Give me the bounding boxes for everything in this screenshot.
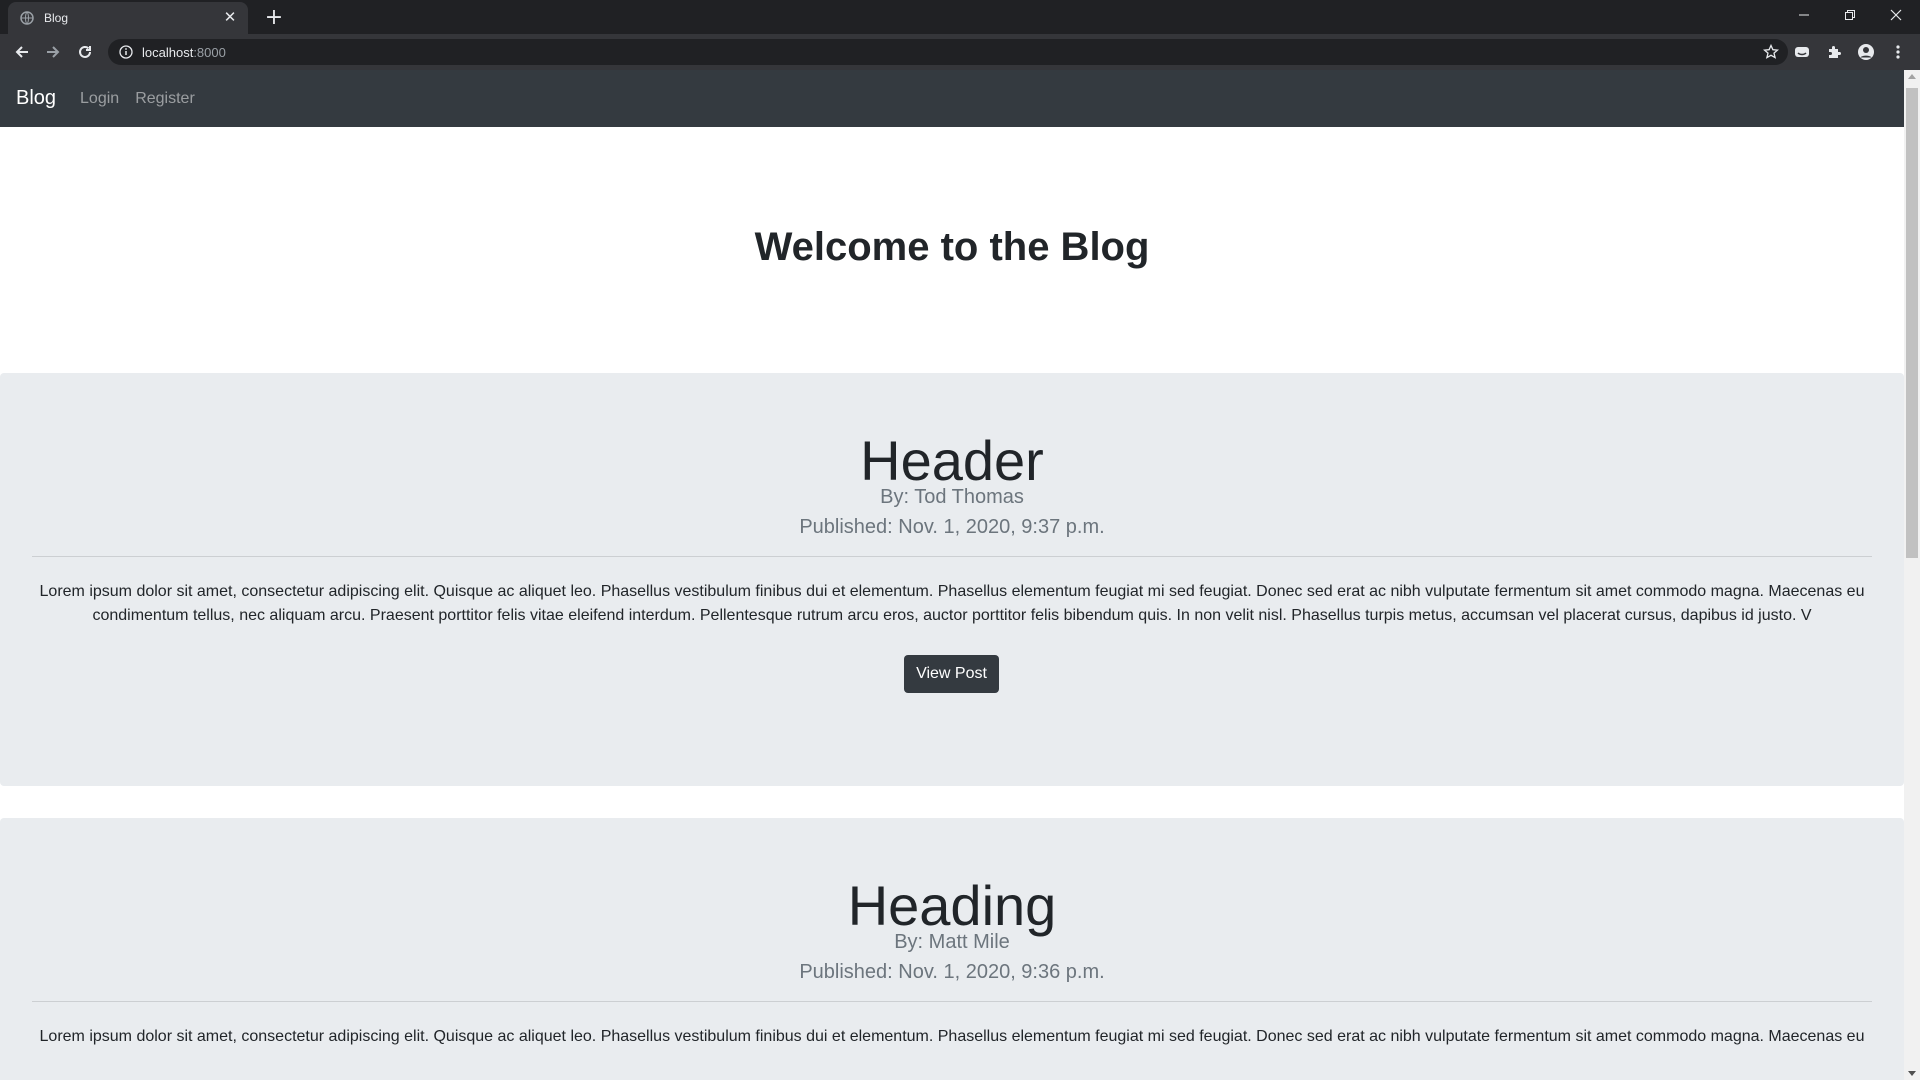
url-port: :8000 xyxy=(193,44,226,60)
tab-close-icon[interactable]: ✕ xyxy=(222,10,238,26)
post-excerpt: Lorem ipsum dolor sit amet, consectetur … xyxy=(39,583,1865,624)
menu-kebab-icon[interactable] xyxy=(1884,38,1912,66)
post-card: Heading By: Matt Mile Published: Nov. 1,… xyxy=(0,818,1904,1080)
page-scrollbar[interactable] xyxy=(1904,70,1920,1080)
post-excerpt: Lorem ipsum dolor sit amet, consectetur … xyxy=(39,1028,1865,1045)
post-author: By: Matt Mile xyxy=(894,931,1010,953)
scrollbar-thumb[interactable] xyxy=(1906,88,1918,558)
puzzle-extensions-icon[interactable] xyxy=(1820,38,1848,66)
post-card: Header By: Tod Thomas Published: Nov. 1,… xyxy=(0,373,1904,786)
view-post-button[interactable]: View Post xyxy=(904,655,999,693)
reload-icon[interactable] xyxy=(71,38,99,66)
site-info-icon[interactable] xyxy=(118,44,134,60)
address-bar[interactable]: localhost:8000 xyxy=(108,39,1788,65)
post-published-date: Published: Nov. 1, 2020, 9:37 p.m. xyxy=(799,516,1105,538)
extension-icon[interactable] xyxy=(1788,38,1816,66)
post-divider xyxy=(32,556,1872,557)
forward-icon[interactable] xyxy=(39,38,67,66)
restore-icon[interactable] xyxy=(1827,0,1873,30)
page-favicon-icon xyxy=(20,11,34,25)
post-divider xyxy=(32,1001,1872,1002)
page-viewport: Blog Login Register Welcome to the Blog … xyxy=(0,70,1904,1080)
post-author: By: Tod Thomas xyxy=(880,486,1024,508)
tab-title: Blog xyxy=(44,11,69,25)
post-published-date: Published: Nov. 1, 2020, 9:36 p.m. xyxy=(799,961,1105,983)
browser-tabstrip: Blog ✕ + xyxy=(0,0,1920,34)
browser-tab[interactable]: Blog ✕ xyxy=(8,2,248,34)
nav-link-register[interactable]: Register xyxy=(135,90,195,108)
nav-link-login[interactable]: Login xyxy=(80,90,119,108)
post-title: Heading xyxy=(847,874,1057,937)
bookmark-star-icon[interactable] xyxy=(1762,43,1780,61)
post-title: Header xyxy=(860,429,1044,492)
browser-toolbar: localhost:8000 xyxy=(0,34,1920,70)
url-host: localhost xyxy=(142,44,194,60)
close-window-icon[interactable] xyxy=(1873,0,1919,30)
back-icon[interactable] xyxy=(8,38,36,66)
scroll-up-arrow-icon[interactable] xyxy=(1908,74,1916,79)
minimize-icon[interactable] xyxy=(1781,0,1827,30)
scroll-down-arrow-icon[interactable] xyxy=(1908,1071,1916,1076)
navbar-brand[interactable]: Blog xyxy=(16,87,56,110)
site-navbar: Blog Login Register xyxy=(0,70,1904,127)
new-tab-icon[interactable]: + xyxy=(260,4,288,32)
page-title: Welcome to the Blog xyxy=(754,225,1150,269)
profile-icon[interactable] xyxy=(1852,38,1880,66)
